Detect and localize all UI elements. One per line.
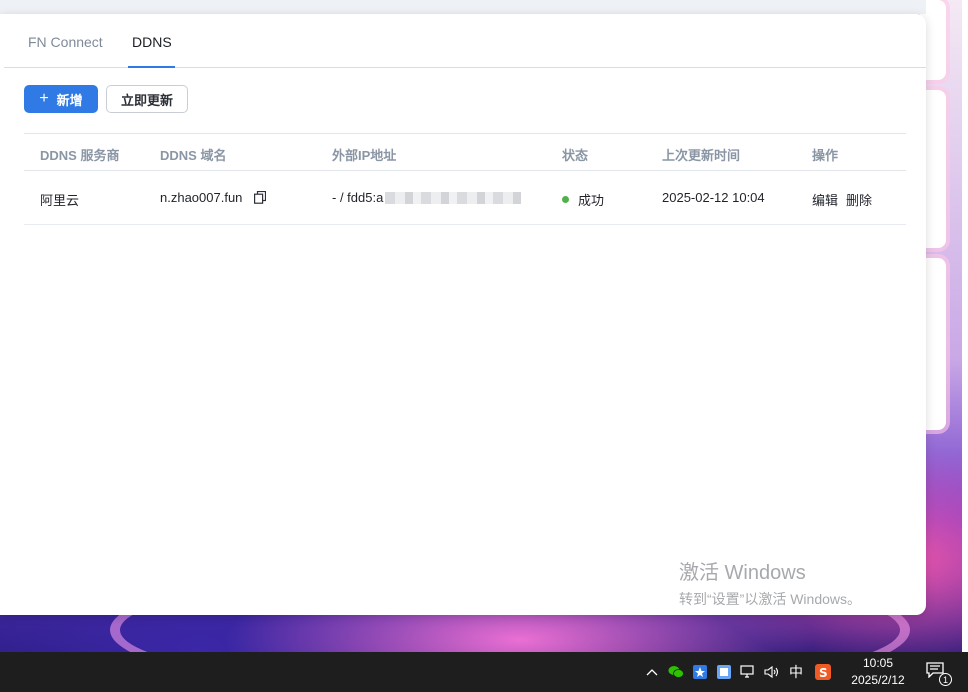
cell-provider: 阿里云 xyxy=(40,193,80,208)
add-button-label: 新增 xyxy=(56,92,83,108)
status-dot-icon xyxy=(562,196,569,203)
taskbar: 中 S 10:05 2025/2/12 1 xyxy=(0,652,968,692)
cell-domain: n.zhao007.fun xyxy=(160,190,267,205)
edit-link[interactable]: 编辑 xyxy=(812,190,838,209)
active-tab-indicator xyxy=(128,66,175,68)
tab-fn-connect[interactable]: FN Connect xyxy=(28,34,103,50)
table-header: DDNS 服务商 DDNS 域名 外部IP地址 状态 上次更新时间 操作 xyxy=(24,133,906,171)
wechat-icon[interactable] xyxy=(668,664,684,680)
tab-bar: FN Connect DDNS xyxy=(4,14,926,68)
svg-text:S: S xyxy=(819,666,828,680)
tab-ddns[interactable]: DDNS xyxy=(132,34,172,50)
network-icon[interactable] xyxy=(740,664,756,680)
update-now-button[interactable]: 立即更新 xyxy=(106,85,188,113)
header-actions: 操作 xyxy=(812,148,839,163)
status-text: 成功 xyxy=(578,193,605,208)
watermark-title: 激活 Windows xyxy=(679,562,806,584)
header-domain: DDNS 域名 xyxy=(160,148,227,163)
delete-link[interactable]: 删除 xyxy=(846,190,872,209)
cell-status: 成功 xyxy=(562,190,604,209)
chevron-up-icon[interactable] xyxy=(644,664,660,680)
header-provider: DDNS 服务商 xyxy=(40,148,120,163)
system-clock[interactable]: 10:05 2025/2/12 xyxy=(846,655,910,689)
domain-text: n.zhao007.fun xyxy=(160,190,243,205)
notification-badge: 1 xyxy=(939,673,952,686)
background-window-edge xyxy=(962,0,968,652)
clock-date: 2025/2/12 xyxy=(851,673,905,687)
app-star-icon[interactable] xyxy=(692,664,708,680)
ip-text: - / fdd5:a xyxy=(332,190,384,205)
add-ddns-button[interactable]: + 新增 xyxy=(24,85,98,113)
watermark-subtitle: 转到“设置”以激活 Windows。 xyxy=(679,591,862,607)
table-row: 阿里云 n.zhao007.fun - / fdd5:a 成功 2025-02-… xyxy=(24,171,906,225)
copy-icon[interactable] xyxy=(254,191,267,204)
activate-windows-watermark: 激活 Windows 转到“设置”以激活 Windows。 xyxy=(679,556,861,609)
ddns-table: DDNS 服务商 DDNS 域名 外部IP地址 状态 上次更新时间 操作 阿里云… xyxy=(24,133,906,225)
redacted-ip-blur xyxy=(385,191,522,204)
cell-external-ip: - / fdd5:a xyxy=(332,190,522,205)
sogou-input-icon[interactable]: S xyxy=(815,664,831,680)
ime-indicator[interactable]: 中 xyxy=(788,664,804,680)
window-top-strip xyxy=(0,0,926,14)
clock-time: 10:05 xyxy=(862,656,894,670)
plus-icon: + xyxy=(39,90,49,107)
header-external-ip: 外部IP地址 xyxy=(332,148,397,163)
app-tray-icon[interactable] xyxy=(716,664,732,680)
cell-last-updated: 2025-02-12 10:04 xyxy=(662,190,765,205)
header-last-updated: 上次更新时间 xyxy=(662,148,741,163)
notification-center-button[interactable]: 1 xyxy=(926,662,952,686)
cell-actions: 编辑 删除 xyxy=(812,190,880,209)
volume-icon[interactable] xyxy=(764,664,780,680)
header-status: 状态 xyxy=(562,148,589,163)
